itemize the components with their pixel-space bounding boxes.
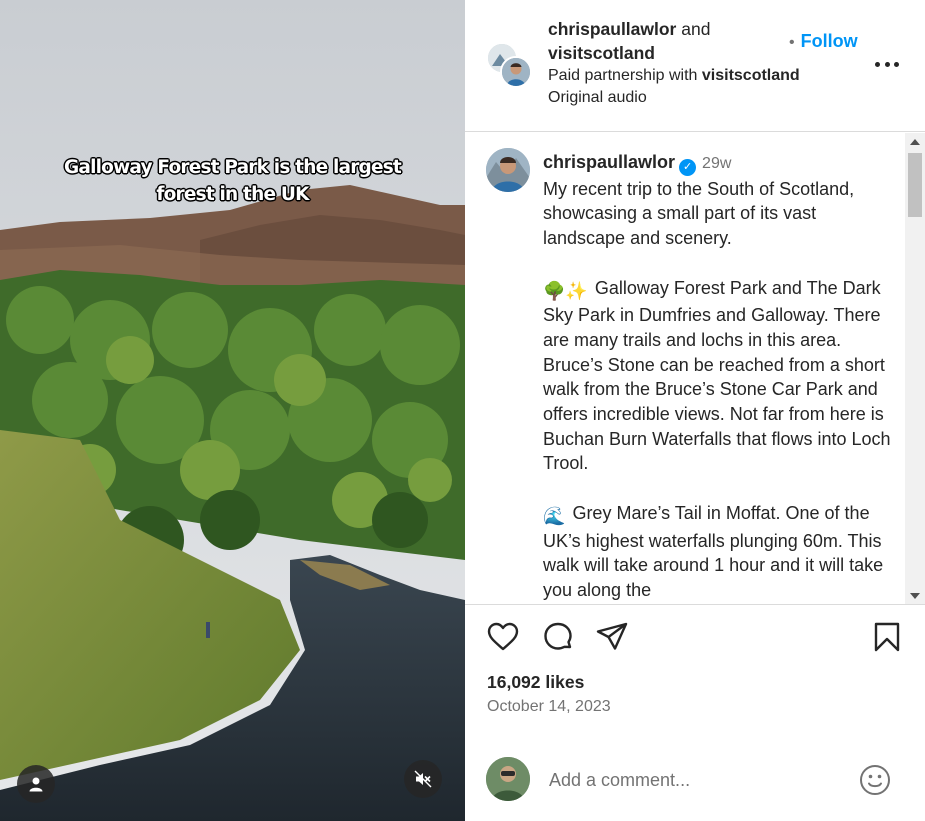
current-user-avatar [486, 757, 530, 801]
more-options-button[interactable] [875, 54, 899, 74]
heart-icon [487, 622, 519, 651]
overlay-caption-line-1: Galloway Forest Park is the largest [64, 157, 402, 178]
caption-author-avatar[interactable] [486, 148, 530, 192]
add-comment-section [465, 740, 925, 821]
tagged-users-button[interactable] [17, 765, 55, 803]
header-collab-username-link[interactable]: visitscotland [548, 41, 808, 65]
comments-scrollbar[interactable] [905, 133, 925, 604]
like-button[interactable] [486, 620, 522, 656]
verified-badge-icon: ✓ [679, 159, 697, 176]
scroll-up-arrow-icon[interactable] [910, 139, 920, 145]
muted-speaker-icon [414, 770, 432, 788]
paid-partnership-label: Paid partnership with visitscotland [548, 65, 808, 87]
header-usernames: chrispaullawlor and [548, 17, 808, 41]
header-and-text: and [681, 19, 711, 39]
post-media-video[interactable]: Galloway Forest Park is the largest fore… [0, 0, 465, 821]
emoji-picker-button[interactable] [859, 764, 891, 796]
bookmark-icon [874, 622, 900, 652]
landscape-video-frame [0, 0, 465, 821]
comment-bubble-icon [544, 622, 572, 650]
mute-toggle-button[interactable] [404, 760, 442, 798]
chrispaullawlor-avatar [500, 56, 532, 88]
caption-paragraph-2: 🌊 Grey Mare’s Tail in Moffat. One of the… [543, 501, 893, 603]
save-button[interactable] [870, 620, 906, 656]
user-icon [29, 777, 43, 792]
caption-text-block: chrispaullawlor ✓ 29w My recent trip to th… [543, 150, 893, 603]
post-date[interactable]: October 14, 2023 [487, 698, 611, 716]
tree-sparkles-emoji: 🌳✨ [543, 280, 588, 301]
collab-avatars[interactable] [486, 42, 534, 90]
comments-scroll-area[interactable]: chrispaullawlor ✓ 29w My recent trip to th… [465, 133, 925, 605]
more-dot-icon [894, 61, 899, 67]
smiley-icon [860, 765, 890, 795]
post-action-bar [465, 620, 925, 660]
add-comment-input[interactable] [549, 767, 839, 793]
post-header: chrispaullawlor and visitscotland Paid p… [465, 0, 925, 132]
caption-intro: My recent trip to the South of Scotland,… [543, 178, 855, 249]
header-username-link[interactable]: chrispaullawlor [548, 19, 676, 39]
post-details-panel: chrispaullawlor and visitscotland Paid p… [465, 0, 925, 821]
follow-area: • Follow [789, 31, 858, 52]
more-dot-icon [875, 61, 880, 67]
post-header-text: chrispaullawlor and visitscotland Paid p… [548, 17, 808, 109]
original-audio-link[interactable]: Original audio [548, 87, 808, 109]
caption-paragraph-1: 🌳✨ Galloway Forest Park and The Dark Sky… [543, 276, 893, 477]
caption-header-line: chrispaullawlor ✓ 29w [543, 150, 893, 177]
wave-emoji: 🌊 [543, 505, 566, 526]
video-overlay-caption: Galloway Forest Park is the largest fore… [0, 154, 465, 208]
more-dot-icon [884, 61, 890, 67]
likes-count-link[interactable]: 16,092 likes [487, 672, 584, 693]
caption-username-link[interactable]: chrispaullawlor [543, 152, 675, 172]
scroll-down-arrow-icon[interactable] [910, 593, 920, 599]
caption-paragraph-2-text: Grey Mare’s Tail in Moffat. One of the U… [543, 502, 884, 600]
comment-button[interactable] [541, 620, 577, 656]
share-button[interactable] [595, 620, 631, 656]
overlay-caption-line-2: forest in the UK [156, 184, 309, 205]
scrollbar-thumb[interactable] [908, 153, 922, 217]
follow-button[interactable]: Follow [801, 31, 858, 51]
follow-separator: • [789, 34, 795, 51]
caption-time[interactable]: 29w [702, 155, 731, 172]
partnership-prefix: Paid partnership with [548, 67, 698, 84]
paper-plane-icon [596, 622, 628, 650]
partnership-account-link[interactable]: visitscotland [702, 67, 800, 84]
caption-paragraph-1-text: Galloway Forest Park and The Dark Sky Pa… [543, 277, 891, 474]
